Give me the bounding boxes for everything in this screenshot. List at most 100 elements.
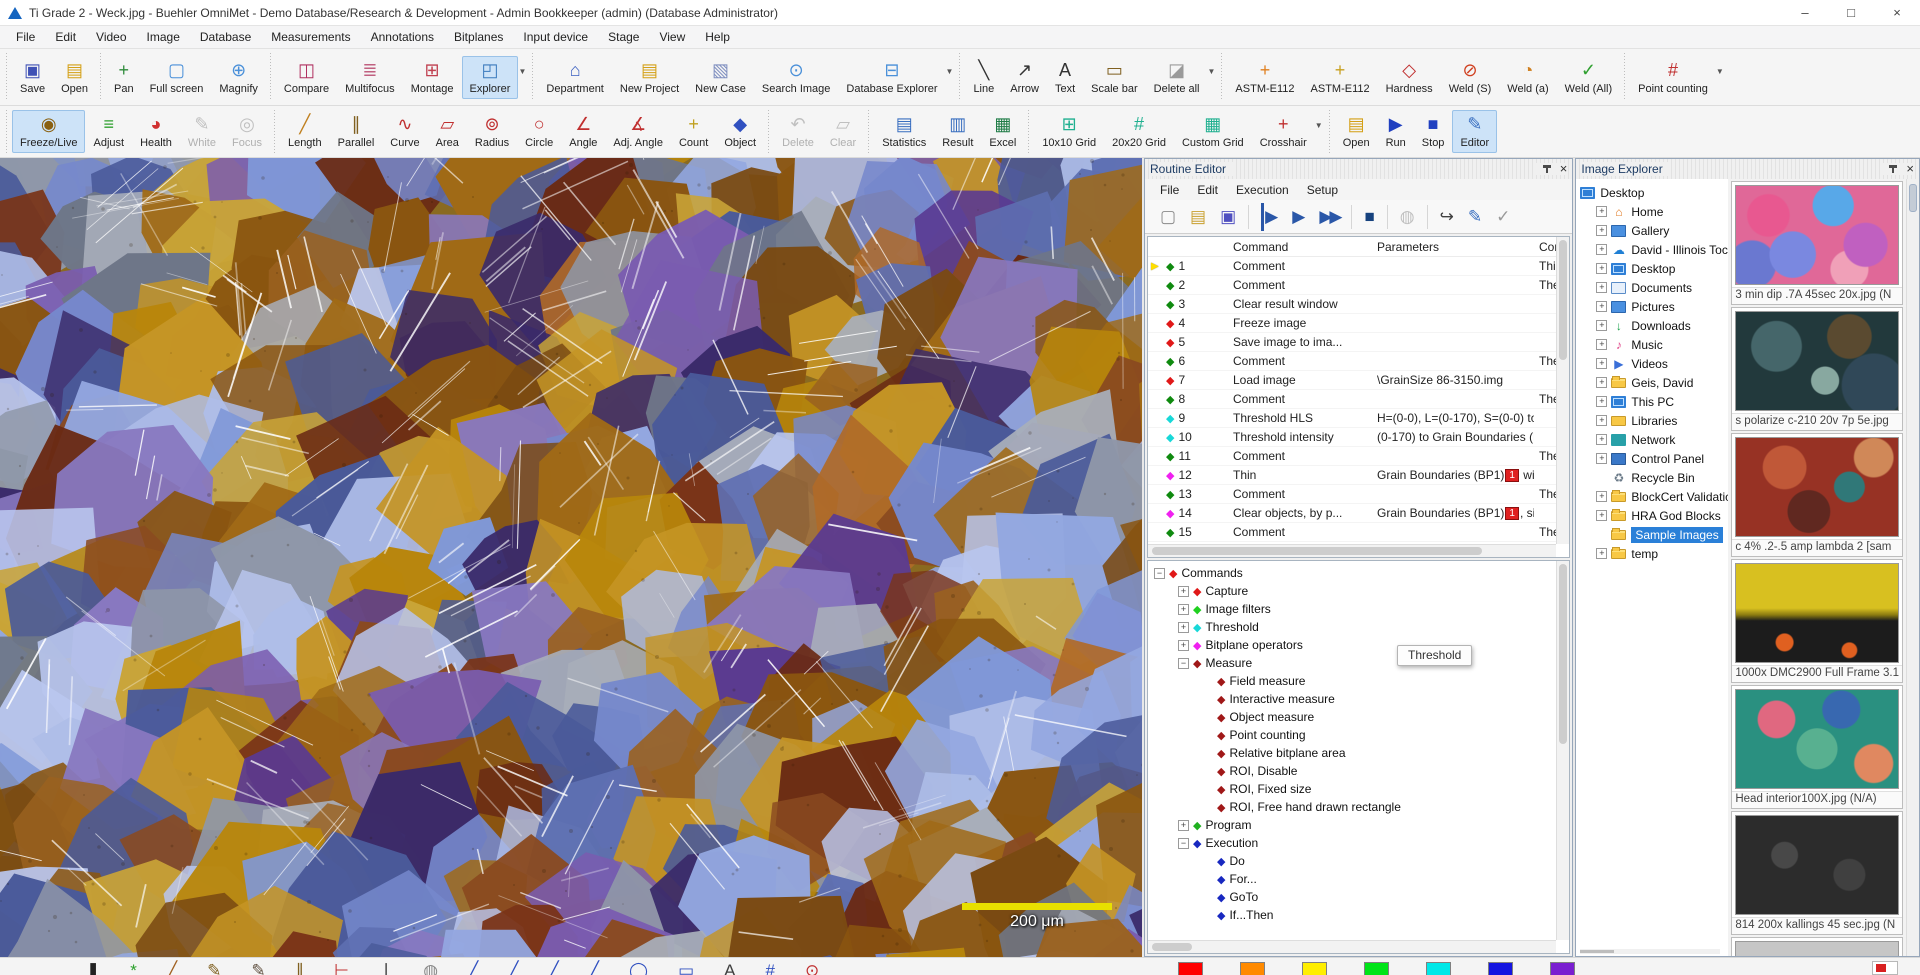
- toolbar-button-magnify[interactable]: ⊕Magnify: [211, 56, 266, 99]
- explorer-item-recycle-bin[interactable]: ♻Recycle Bin: [1580, 468, 1728, 487]
- collapse-icon[interactable]: −: [1178, 838, 1189, 849]
- expand-icon[interactable]: +: [1596, 320, 1607, 331]
- expand-icon[interactable]: +: [1178, 820, 1189, 831]
- explorer-vscrollbar[interactable]: [1906, 179, 1919, 956]
- expand-icon[interactable]: +: [1596, 415, 1607, 426]
- toolbar-button-circle[interactable]: ○Circle: [517, 110, 561, 153]
- toolbar-button-hardness[interactable]: ◇Hardness: [1378, 56, 1441, 99]
- menu-item-video[interactable]: Video: [86, 27, 136, 47]
- toolbar-button-clear[interactable]: ▱Clear: [822, 110, 864, 153]
- color-swatch-5[interactable]: [1426, 962, 1451, 975]
- commands-tree-item-do[interactable]: ◆Do: [1148, 852, 1569, 870]
- toolbar-button-radius[interactable]: ⊚Radius: [467, 110, 517, 153]
- routine-menu-setup[interactable]: Setup: [1298, 181, 1347, 199]
- commands-tree-item-capture[interactable]: +◆Capture: [1148, 582, 1569, 600]
- routine-row-11[interactable]: ◆11CommentThe: [1148, 447, 1556, 466]
- toolbar-button-arrow[interactable]: ↗Arrow: [1002, 56, 1047, 99]
- commands-tree-item-object-measure[interactable]: ◆Object measure: [1148, 708, 1569, 726]
- explorer-item-control-panel[interactable]: +Control Panel: [1580, 449, 1728, 468]
- toolbar-button-weld-s[interactable]: ⊘Weld (S): [1441, 56, 1500, 99]
- sparkle-icon[interactable]: *: [130, 960, 137, 975]
- wand-icon[interactable]: ╱: [167, 960, 177, 975]
- routine-row-3[interactable]: ◆3Clear result window: [1148, 295, 1556, 314]
- minimize-icon[interactable]: –: [1782, 0, 1828, 26]
- commands-tree-item-roi-disable[interactable]: ◆ROI, Disable: [1148, 762, 1569, 780]
- explorer-item-desktop[interactable]: Desktop: [1580, 183, 1728, 202]
- toolbar-button-length[interactable]: ╱Length: [280, 110, 330, 153]
- toolbar-button-multifocus[interactable]: ≣Multifocus: [337, 56, 403, 99]
- routine-row-6[interactable]: ◆6CommentThe: [1148, 352, 1556, 371]
- expand-icon[interactable]: +: [1596, 358, 1607, 369]
- menu-item-annotations[interactable]: Annotations: [361, 27, 444, 47]
- command-table-hscrollbar[interactable]: [1148, 544, 1556, 557]
- menu-item-help[interactable]: Help: [695, 27, 740, 47]
- chevron-down-icon[interactable]: ▼: [1716, 67, 1724, 76]
- menu-item-edit[interactable]: Edit: [45, 27, 86, 47]
- column-header-con[interactable]: Con: [1534, 240, 1556, 254]
- expand-icon[interactable]: +: [1596, 206, 1607, 217]
- color-swatch-7[interactable]: [1550, 962, 1575, 975]
- toolbar-button-line[interactable]: ╲Line: [965, 56, 1002, 99]
- step-icon[interactable]: ▶: [1261, 203, 1278, 231]
- toolbar-button-area[interactable]: ▱Area: [428, 110, 467, 153]
- divider-icon[interactable]: ❘: [379, 960, 393, 975]
- open-routine-file-icon[interactable]: ▤: [1190, 203, 1206, 231]
- commands-tree-item-relative-bitplane-area[interactable]: ◆Relative bitplane area: [1148, 744, 1569, 762]
- expand-icon[interactable]: +: [1178, 586, 1189, 597]
- expand-icon[interactable]: +: [1596, 301, 1607, 312]
- toolbar-button-freeze-live[interactable]: ◉Freeze/Live: [12, 110, 85, 153]
- expand-icon[interactable]: +: [1178, 604, 1189, 615]
- target-icon[interactable]: ⊙: [805, 960, 819, 975]
- marker-icon[interactable]: ❚: [86, 960, 100, 975]
- explorer-item-documents[interactable]: +Documents: [1580, 278, 1728, 297]
- explorer-item-libraries[interactable]: +Libraries: [1580, 411, 1728, 430]
- toolbar-button-white[interactable]: ✎White: [180, 110, 224, 153]
- routine-row-15[interactable]: ◆15CommentThe: [1148, 523, 1556, 542]
- toolbar-button-montage[interactable]: ⊞Montage: [403, 56, 462, 99]
- stop-routine-icon[interactable]: ■: [1364, 203, 1374, 231]
- validate-icon[interactable]: ✓: [1496, 203, 1510, 231]
- rect-icon[interactable]: ▭: [678, 960, 694, 975]
- explorer-item-temp[interactable]: +temp: [1580, 544, 1728, 563]
- line3-icon[interactable]: ╱: [549, 960, 559, 975]
- maximize-icon[interactable]: □: [1828, 0, 1874, 26]
- expand-icon[interactable]: +: [1596, 434, 1607, 445]
- commands-tree-item-commands[interactable]: −◆Commands: [1148, 564, 1569, 582]
- exit-icon[interactable]: ↪: [1440, 203, 1454, 231]
- ruler-icon[interactable]: ∥: [296, 960, 305, 975]
- routine-row-8[interactable]: ◆8CommentThe: [1148, 390, 1556, 409]
- expand-icon[interactable]: +: [1178, 640, 1189, 651]
- chevron-down-icon[interactable]: ▼: [1315, 121, 1323, 130]
- toolbar-button-text[interactable]: AText: [1047, 56, 1083, 99]
- explorer-tree-hscrollbar[interactable]: [1580, 949, 1720, 954]
- toolbar-button-open[interactable]: ▤Open: [53, 56, 96, 99]
- pencil-icon[interactable]: ✎: [251, 960, 265, 975]
- explorer-item-blockcert-validatic[interactable]: +BlockCert Validatic: [1580, 487, 1728, 506]
- toolbar-button-parallel[interactable]: ∥Parallel: [330, 110, 383, 153]
- toolbar-button-full-screen[interactable]: ▢Full screen: [142, 56, 212, 99]
- toolbar-button-run[interactable]: ▶Run: [1378, 110, 1414, 153]
- thumbnail-3[interactable]: c 4% .2-.5 amp lambda 2 [sam: [1731, 433, 1903, 557]
- expand-icon[interactable]: +: [1596, 510, 1607, 521]
- explorer-item-pictures[interactable]: +Pictures: [1580, 297, 1728, 316]
- thumbnail-7[interactable]: [1731, 937, 1903, 956]
- toolbar-button-delete-all[interactable]: ◪Delete all: [1146, 56, 1208, 99]
- explorer-item-gallery[interactable]: +Gallery: [1580, 221, 1728, 240]
- routine-row-13[interactable]: ◆13CommentThe: [1148, 485, 1556, 504]
- toolbar-button-crosshair[interactable]: +Crosshair: [1252, 110, 1315, 153]
- explorer-item-network[interactable]: +Network: [1580, 430, 1728, 449]
- caliper-icon[interactable]: ⊢: [334, 960, 349, 975]
- menu-item-input-device[interactable]: Input device: [513, 27, 598, 47]
- commands-tree-item-goto[interactable]: ◆GoTo: [1148, 888, 1569, 906]
- commands-tree-item-if-then[interactable]: ◆If...Then: [1148, 906, 1569, 924]
- menu-item-file[interactable]: File: [6, 27, 45, 47]
- close-icon[interactable]: ×: [1874, 0, 1920, 26]
- toolbar-button-search-image[interactable]: ⊙Search Image: [754, 56, 838, 99]
- toolbar-button-curve[interactable]: ∿Curve: [382, 110, 427, 153]
- color-swatch-2[interactable]: [1240, 962, 1265, 975]
- text-annot-icon[interactable]: A: [724, 960, 735, 975]
- routine-row-7[interactable]: ◆7Load image\GrainSize 86-3150.img: [1148, 371, 1556, 390]
- expand-icon[interactable]: +: [1178, 622, 1189, 633]
- toolbar-button-astm-e112[interactable]: +ASTM-E112: [1303, 56, 1378, 99]
- explorer-item-sample-images[interactable]: Sample Images: [1580, 525, 1728, 544]
